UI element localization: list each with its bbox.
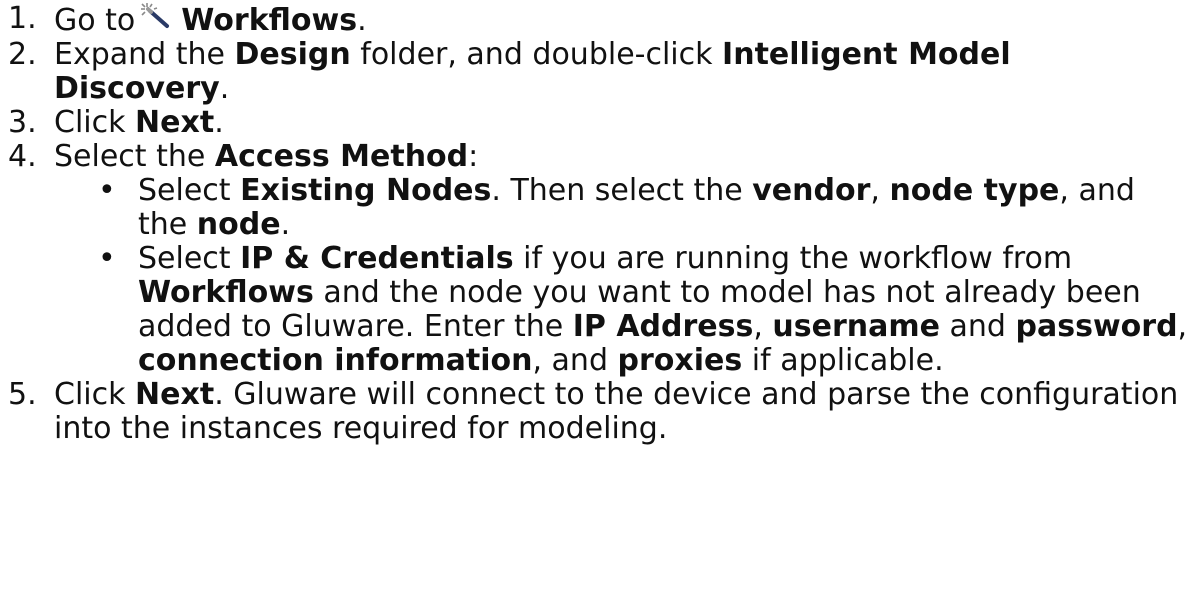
step-1: 1. Go to Workflows. <box>8 2 1188 38</box>
steps-list: 1. Go to Workflows. 2. Expand the Design… <box>8 2 1188 446</box>
access-method-ip-credentials: • Select IP & Credentials if you are run… <box>92 242 1188 378</box>
step-number: 3. <box>8 105 37 140</box>
step-number: 4. <box>8 139 37 174</box>
step-2: 2. Expand the Design folder, and double-… <box>8 38 1188 106</box>
bullet-point: • <box>98 173 116 208</box>
step-number: 5. <box>8 377 37 412</box>
step-text: Select the Access Method: <box>54 139 479 174</box>
instructions-document: 1. Go to Workflows. 2. Expand the Design… <box>0 0 1188 446</box>
access-method-text: Select Existing Nodes. Then select the v… <box>138 173 1135 242</box>
step-number: 2. <box>8 37 37 72</box>
step-number: 1. <box>8 1 37 36</box>
step-text: Click Next. Gluware will connect to the … <box>54 377 1179 446</box>
step-text: Expand the Design folder, and double-cli… <box>54 37 1011 106</box>
bullet-point: • <box>98 241 116 276</box>
access-methods-list: • Select Existing Nodes. Then select the… <box>8 174 1188 378</box>
step-4: 4. Select the Access Method: <box>8 140 1188 174</box>
access-methods-container: • Select Existing Nodes. Then select the… <box>8 174 1188 378</box>
access-method-existing-nodes: • Select Existing Nodes. Then select the… <box>92 174 1188 242</box>
step-3: 3. Click Next. <box>8 106 1188 140</box>
step-text: Go to Workflows. <box>54 2 367 38</box>
step-5: 5. Click Next. Gluware will connect to t… <box>8 378 1188 446</box>
access-method-text: Select IP & Credentials if you are runni… <box>138 241 1188 378</box>
step-text: Click Next. <box>54 105 224 140</box>
magic-wand-icon <box>139 2 175 32</box>
